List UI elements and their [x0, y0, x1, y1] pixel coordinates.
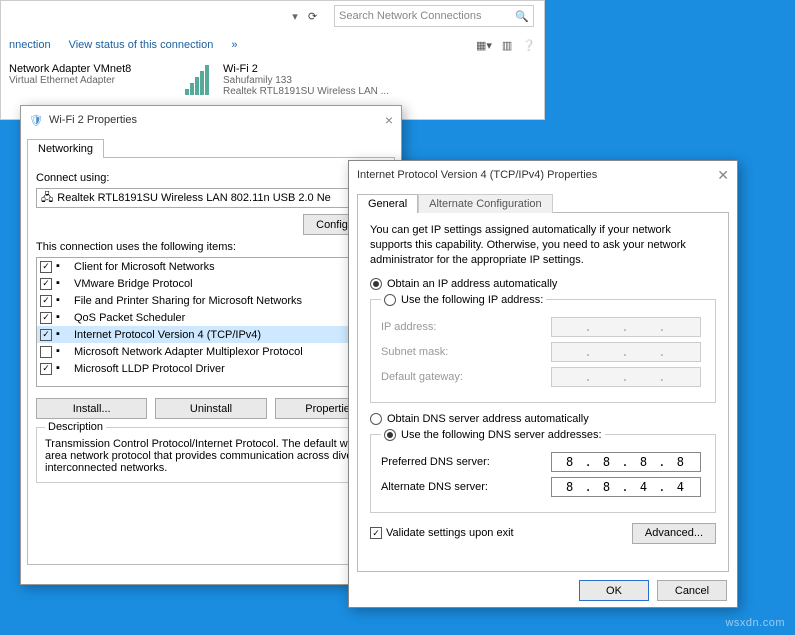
tab-strip: Networking — [21, 134, 401, 157]
wifi-properties-dialog: 🛡 Wi-Fi 2 Properties × Networking Connec… — [20, 105, 402, 585]
adapter-name: Realtek RTL8191SU Wireless LAN 802.11n U… — [57, 192, 331, 204]
checkbox-icon[interactable]: ✓ — [40, 261, 52, 273]
list-item[interactable]: ✓ ▪ File and Printer Sharing for Microsoft… — [37, 292, 385, 309]
wifi-signal-icon — [185, 63, 217, 95]
dialog-titlebar: Internet Protocol Version 4 (TCP/IPv4) P… — [349, 161, 737, 189]
list-item[interactable]: ✓ ▪ Client for Microsoft Networks — [37, 258, 385, 275]
description-group: Description Transmission Control Protoco… — [36, 427, 386, 483]
network-connections-window: ▾ ⟳ Search Network Connections 🔍 nnectio… — [0, 0, 545, 120]
list-item-label: Microsoft LLDP Protocol Driver — [74, 363, 225, 375]
connect-using-label: Connect using: — [36, 172, 386, 184]
watermark: wsxdn.com — [725, 617, 785, 629]
list-item[interactable]: ✓ ▪ QoS Packet Scheduler — [37, 309, 385, 326]
component-icon: ▪ — [56, 277, 70, 291]
list-item[interactable]: ▪ Microsoft Network Adapter Multiplexor P… — [37, 343, 385, 360]
description-text: Transmission Control Protocol/Internet P… — [45, 438, 377, 474]
wifi-ssid: Sahufamily 133 — [223, 75, 389, 86]
tab-alternate-configuration[interactable]: Alternate Configuration — [418, 194, 553, 213]
ip-address-input: . . . — [551, 317, 701, 337]
intro-text: You can get IP settings assigned automat… — [370, 223, 716, 268]
list-item[interactable]: ✓ ▪ Microsoft LLDP Protocol Driver — [37, 360, 385, 377]
install-button[interactable]: Install... — [36, 398, 147, 419]
checkbox-icon[interactable]: ✓ — [40, 312, 52, 324]
list-item-label: Internet Protocol Version 4 (TCP/IPv4) — [74, 329, 261, 341]
adapter-field[interactable]: 🖧 Realtek RTL8191SU Wireless LAN 802.11n… — [36, 188, 386, 208]
checkbox-icon: ✓ — [370, 527, 382, 539]
component-icon: ▪ — [56, 345, 70, 359]
search-placeholder: Search Network Connections — [339, 10, 481, 22]
wifi-title: Wi-Fi 2 — [223, 63, 389, 75]
checkbox-icon[interactable]: ✓ — [40, 295, 52, 307]
checkbox-icon[interactable]: ✓ — [40, 329, 52, 341]
subnet-mask-input: . . . — [551, 342, 701, 362]
close-icon[interactable]: ✕ — [717, 167, 729, 184]
tcpip-properties-dialog: Internet Protocol Version 4 (TCP/IPv4) P… — [348, 160, 738, 608]
component-icon: ▪ — [56, 260, 70, 274]
ok-button[interactable]: OK — [579, 580, 649, 601]
adapter-vmnet8[interactable]: Network Adapter VMnet8 Virtual Ethernet … — [9, 63, 169, 97]
dns-preferred-input[interactable]: 8 . 8 . 8 . 8 — [551, 452, 701, 472]
ip-address-label: IP address: — [381, 321, 551, 333]
view-icon[interactable]: ▦▾ — [476, 39, 492, 52]
subnet-mask-label: Subnet mask: — [381, 346, 551, 358]
radio-icon — [384, 294, 396, 306]
validate-checkbox[interactable]: ✓Validate settings upon exit — [370, 527, 514, 539]
items-label: This connection uses the following items… — [36, 241, 386, 253]
cmd-view-status[interactable]: View status of this connection — [69, 39, 214, 51]
breadcrumb-dropdown-icon[interactable]: ▾ — [288, 6, 302, 26]
list-item-label: VMware Bridge Protocol — [74, 278, 193, 290]
close-icon[interactable]: × — [385, 112, 393, 128]
component-icon: ▪ — [56, 311, 70, 325]
gateway-label: Default gateway: — [381, 371, 551, 383]
component-icon: ▪ — [56, 294, 70, 308]
list-item-label: Client for Microsoft Networks — [74, 261, 215, 273]
search-input[interactable]: Search Network Connections 🔍 — [334, 5, 534, 27]
radio-dns-manual[interactable]: Use the following DNS server addresses: — [381, 429, 605, 441]
radio-dns-auto[interactable]: Obtain DNS server address automatically — [370, 413, 716, 425]
dialog-title: Wi-Fi 2 Properties — [49, 114, 137, 126]
list-item-label: QoS Packet Scheduler — [74, 312, 185, 324]
advanced-button[interactable]: Advanced... — [632, 523, 716, 544]
tab-general[interactable]: General — [357, 194, 418, 213]
dialog-title: Internet Protocol Version 4 (TCP/IPv4) P… — [357, 169, 597, 181]
command-toolbar: nnection View status of this connection … — [1, 31, 544, 59]
uninstall-button[interactable]: Uninstall — [155, 398, 266, 419]
adapter-subtitle: Virtual Ethernet Adapter — [9, 75, 169, 86]
components-list[interactable]: ✓ ▪ Client for Microsoft Networks ✓ ▪ VMware … — [36, 257, 386, 387]
dialog-titlebar: 🛡 Wi-Fi 2 Properties × — [21, 106, 401, 134]
refresh-icon[interactable]: ⟳ — [308, 10, 328, 23]
list-item-label: Microsoft Network Adapter Multiplexor Pr… — [74, 346, 303, 358]
radio-ip-auto[interactable]: Obtain an IP address automatically — [370, 278, 716, 290]
dns-alternate-label: Alternate DNS server: — [381, 481, 551, 493]
adapter-title: Network Adapter VMnet8 — [9, 63, 169, 75]
cmd-connection[interactable]: nnection — [9, 39, 51, 51]
network-adapter-icon: 🖧 — [41, 189, 53, 208]
details-icon[interactable]: ▥ — [502, 39, 512, 52]
list-item[interactable]: ✓ ▪ VMware Bridge Protocol — [37, 275, 385, 292]
list-item-label: File and Printer Sharing for Microsoft N… — [74, 295, 302, 307]
gateway-input: . . . — [551, 367, 701, 387]
tab-networking[interactable]: Networking — [27, 139, 104, 158]
radio-ip-manual[interactable]: Use the following IP address: — [381, 294, 546, 306]
radio-icon — [384, 429, 396, 441]
cancel-button[interactable]: Cancel — [657, 580, 727, 601]
checkbox-icon[interactable]: ✓ — [40, 278, 52, 290]
checkbox-icon[interactable]: ✓ — [40, 363, 52, 375]
component-icon: ▪ — [56, 328, 70, 342]
radio-icon — [370, 278, 382, 290]
wifi-adapter: Realtek RTL8191SU Wireless LAN ... — [223, 86, 389, 97]
description-legend: Description — [45, 421, 106, 433]
dns-preferred-label: Preferred DNS server: — [381, 456, 551, 468]
list-item[interactable]: ✓ ▪ Internet Protocol Version 4 (TCP/IPv4) — [37, 326, 385, 343]
chevron-down-icon[interactable]: » — [231, 39, 237, 51]
address-toolbar: ▾ ⟳ Search Network Connections 🔍 — [1, 1, 544, 31]
wifi-icon: 🛡 — [29, 114, 43, 127]
adapter-wifi2[interactable]: Wi-Fi 2 Sahufamily 133 Realtek RTL8191SU… — [185, 63, 389, 97]
component-icon: ▪ — [56, 362, 70, 376]
checkbox-icon[interactable] — [40, 346, 52, 358]
radio-icon — [370, 413, 382, 425]
help-icon[interactable]: ❔ — [522, 39, 536, 52]
search-icon: 🔍 — [515, 10, 529, 23]
dns-alternate-input[interactable]: 8 . 8 . 4 . 4 — [551, 477, 701, 497]
